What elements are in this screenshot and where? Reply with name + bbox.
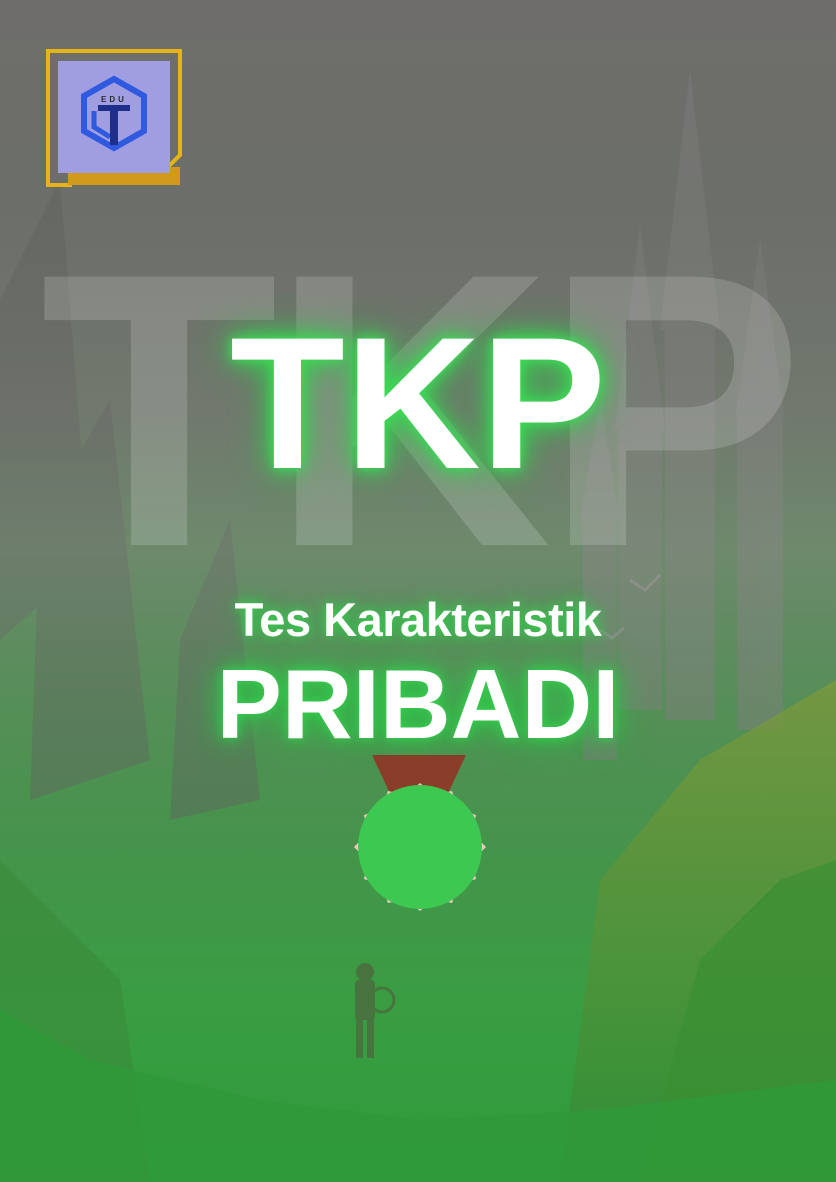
medal-disc xyxy=(358,785,482,909)
subtitle-line-2: PRIBADI xyxy=(216,649,620,759)
page-title: TKP xyxy=(230,298,606,508)
medal-icon xyxy=(354,755,486,911)
subtitle-line-1: Tes Karakteristik xyxy=(234,593,602,646)
logo-text: EDU xyxy=(101,95,127,104)
edu-hexagon-logo-icon: EDU xyxy=(46,49,182,187)
